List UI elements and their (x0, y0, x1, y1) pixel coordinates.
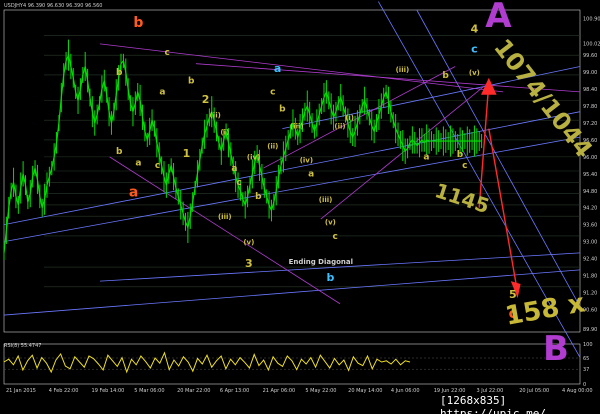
y-tick-label: 92.40 (583, 257, 597, 263)
wave-label: (iii) (218, 213, 232, 221)
wave-label: (v) (469, 69, 480, 77)
watermark: [1268x835] https://upic.me/ (440, 394, 546, 414)
wave-label: (iii) (396, 66, 410, 74)
osc-tick-label: 0 (583, 382, 586, 388)
trend-line (99, 43, 504, 93)
y-tick-label: 93.60 (583, 223, 597, 229)
wave-label: (i) (345, 114, 354, 122)
wave-label: a (274, 62, 281, 75)
wave-label: b (116, 68, 123, 78)
projection-arrow-down (488, 128, 519, 293)
y-tick-label: 99.00 (583, 70, 597, 76)
x-tick-label: 20 May 14:00 (348, 388, 382, 394)
y-tick-label: 91.80 (583, 274, 597, 280)
wave-label: (ii) (210, 111, 221, 119)
x-tick-label: 19 Feb 14:00 (92, 388, 125, 394)
projection-arrowhead-up (481, 77, 497, 95)
x-tick-label: 20 Mar 22:00 (177, 388, 210, 394)
wave-label: (v) (325, 219, 336, 227)
annotation-text: 1145 (432, 178, 492, 218)
y-tick-label: 95.40 (583, 172, 597, 178)
wave-label: b (116, 147, 123, 157)
x-tick-label: 5 Mar 06:00 (134, 388, 164, 394)
wave-label: b (326, 271, 334, 284)
wave-label: b (442, 71, 449, 81)
chart-title: USDJHY4 96.390 96.630 96.390 96.560 (4, 3, 103, 9)
wave-label: (ii) (267, 142, 278, 150)
wave-label: a (129, 184, 138, 200)
wave-label: a (231, 164, 237, 174)
y-tick-label: 100.90 (583, 16, 600, 22)
wave-label: (i) (220, 128, 229, 136)
y-tick-label: 97.20 (583, 121, 597, 127)
wave-label: (iii) (290, 123, 304, 131)
projection-arrow-up (478, 83, 490, 208)
wave-label: a (423, 153, 429, 163)
y-tick-label: 93.00 (583, 240, 597, 246)
wave-label: c (155, 161, 160, 171)
x-tick-label: 21 Jan 2015 (6, 388, 36, 394)
y-tick-label: 100.02 (583, 41, 600, 47)
wave-label: a (308, 170, 314, 180)
trend-line (109, 156, 341, 305)
chart-svg: 100.90 100.02 99.60 99.00 98.40 97.80 97.20 96.… (3, 0, 600, 394)
y-tick-label: 96.00 (583, 155, 597, 161)
osc-tick-label: 37 (583, 367, 589, 373)
wave-label: c (165, 48, 170, 58)
wave-label: 2 (202, 93, 210, 106)
wave-label: c (333, 232, 338, 242)
wave-label: 1 (183, 147, 191, 160)
oscillator-pane-border (3, 343, 581, 385)
wave-label: c (270, 88, 275, 98)
chart-frame: 100.90 100.02 99.60 99.00 98.40 97.80 97.20 96.… (0, 0, 600, 414)
wave-label: b (255, 192, 262, 202)
wave-label: (iv) (300, 157, 313, 165)
wave-label: c (462, 161, 467, 171)
wave-label: 3 (245, 257, 253, 270)
wave-label: c (471, 42, 478, 55)
wave-label: (ii) (334, 123, 345, 131)
x-tick-label: 6 Apr 13:00 (220, 388, 249, 394)
wave-label: b (457, 150, 464, 160)
x-tick-label: 4 Jun 06:00 (391, 388, 420, 394)
y-tick-label: 89.90 (583, 327, 597, 333)
wave-label: (iii) (319, 196, 333, 204)
y-tick-label: 94.20 (583, 206, 597, 212)
wave-label: (v) (243, 238, 254, 246)
wave-label: c (237, 178, 242, 188)
oscillator-title: RSI(8) 55.4747 (4, 343, 42, 349)
y-tick-label: 98.40 (583, 87, 597, 93)
annotation-text: Ending Diagonal (289, 258, 353, 266)
y-tick-label: 97.80 (583, 104, 597, 110)
wave-label: a (135, 158, 141, 168)
x-tick-label: 21 Apr 06:00 (263, 388, 296, 394)
annotation-text: A (485, 0, 512, 36)
x-tick-label: 4 Feb 22:00 (49, 388, 79, 394)
wave-label: (iv) (247, 154, 260, 162)
wave-label: b (279, 105, 286, 115)
osc-tick-label: 100 (583, 342, 593, 348)
annotation-text: B (543, 329, 569, 369)
y-tick-label: 94.80 (583, 189, 597, 195)
y-tick-label: 91.20 (583, 290, 597, 296)
y-tick-label: 99.60 (583, 53, 597, 59)
wave-label: 4 (471, 23, 479, 36)
wave-label: a (159, 88, 165, 98)
trend-line (3, 269, 581, 316)
osc-tick-label: 65 (583, 356, 589, 362)
x-tick-label: 5 May 22:00 (305, 388, 336, 394)
wave-label: b (133, 15, 143, 31)
wave-label: b (188, 76, 195, 86)
